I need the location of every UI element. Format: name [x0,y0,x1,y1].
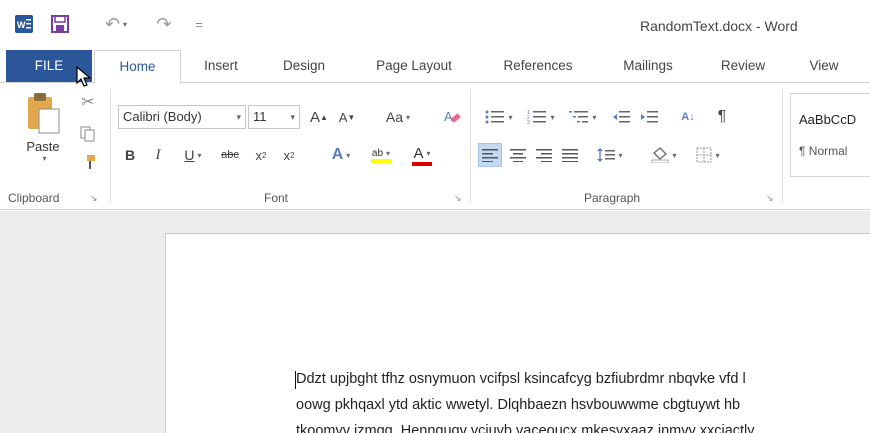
tab-insert[interactable]: Insert [190,50,252,82]
paste-label: Paste [26,139,60,154]
undo-button[interactable]: ↶ ▾ [102,14,130,34]
bullets-icon [485,110,505,124]
paint-bucket-icon [652,147,669,163]
font-color-button[interactable]: A ▾ [404,143,440,167]
customize-qat-button[interactable]: = [192,14,206,34]
tab-references[interactable]: References [488,50,588,82]
justify-icon [562,149,578,162]
svg-text:A: A [444,109,453,124]
increase-indent-button[interactable] [636,105,662,129]
copy-icon [80,126,95,142]
title-bar: W ↶ ▾ ↷ = RandomText.docx - Word [0,0,870,46]
format-painter-button[interactable] [76,151,100,173]
font-size-combo[interactable]: 11 ▾ [248,105,300,129]
font-launcher-icon[interactable]: ↘ [454,193,464,203]
ribbon-tabs: FILE Home Insert Design Page Layout Refe… [0,50,870,84]
copy-button[interactable] [76,123,100,145]
text-effects-button[interactable]: A ▾ [324,143,358,167]
document-area[interactable]: Ddzt upjbght tfhz osnymuon vcifpsl ksinc… [0,211,870,433]
tab-review[interactable]: Review [708,50,778,82]
tab-page-layout[interactable]: Page Layout [360,50,468,82]
grow-font-button[interactable]: A ▲ [308,105,330,129]
mouse-cursor-icon [76,65,92,93]
paste-dropdown-icon: ▾ [42,154,47,163]
scissors-icon: ✂ [81,94,95,111]
subscript-button[interactable]: x2 [250,143,272,167]
ribbon-home: Paste ▾ ✂ Clipboard ↘ Calibri (Body) ▾ 11… [0,82,870,210]
divider [110,89,111,203]
paragraph-group-label: Paragraph [584,191,641,205]
numbering-button[interactable]: 1 2 3 ▾ [522,105,560,129]
line-spacing-icon [597,148,616,162]
clipboard-group-label: Clipboard [8,191,60,205]
tab-view[interactable]: View [796,50,852,82]
tab-mailings[interactable]: Mailings [608,50,688,82]
styles-gallery[interactable]: AaBbCcD ¶ Normal [790,93,870,177]
style-normal-label: ¶ Normal [799,144,848,158]
borders-icon [696,147,712,163]
document-page[interactable]: Ddzt upjbght tfhz osnymuon vcifpsl ksinc… [165,233,870,433]
borders-button[interactable]: ▾ [690,143,726,167]
window-title: RandomText.docx - Word [640,18,798,34]
strikethrough-button[interactable]: abc [216,143,244,167]
font-group-label: Font [264,191,289,205]
redo-icon: ↷ [156,13,172,34]
highlight-button[interactable]: ab ▾ [362,143,400,167]
pilcrow-icon: ¶ [717,108,727,125]
clear-formatting-button[interactable]: A [440,105,464,129]
numbering-icon: 123 [527,110,547,125]
redo-button[interactable]: ↷ [152,14,176,34]
justify-button[interactable] [558,143,582,167]
divider [782,89,783,203]
tab-design[interactable]: Design [270,50,338,82]
style-preview: AaBbCcD [799,112,857,127]
document-line[interactable]: oowg pkhqaxl ytd aktic wwetyl. Dlqhbaezn… [296,397,740,413]
line-spacing-button[interactable]: ▾ [592,143,628,167]
sort-button[interactable]: A↓ [676,105,700,129]
multilevel-list-button[interactable]: ▾ [564,105,602,129]
tab-home[interactable]: Home [94,50,181,84]
show-formatting-button[interactable]: ¶ [710,105,734,129]
divider [470,89,471,203]
align-center-button[interactable] [506,143,530,167]
increase-indent-icon [641,111,658,123]
svg-text:W: W [17,20,26,30]
shading-button[interactable]: ▾ [646,143,682,167]
highlight-color-bar [371,158,391,163]
align-right-button[interactable] [532,143,556,167]
svg-text:3: 3 [527,120,530,125]
document-line[interactable]: Ddzt upjbght tfhz osnymuon vcifpsl ksinc… [296,371,746,387]
align-right-icon [536,149,552,162]
font-color-bar [412,161,432,166]
font-color-icon: A ▾ [413,144,431,162]
decrease-indent-icon [613,111,630,123]
align-center-icon [510,149,526,162]
paste-button[interactable]: Paste ▾ [18,87,68,179]
document-line[interactable]: tkoomvv izmgg. Hennguqv vciuvb vaceoucx … [296,423,755,433]
save-icon[interactable] [50,14,70,34]
align-left-icon [482,149,498,162]
superscript-button[interactable]: x2 [278,143,300,167]
font-name-combo[interactable]: Calibri (Body) ▾ [118,105,246,129]
clipboard-icon [28,93,60,134]
highlight-icon: ab ▾ [371,147,391,159]
underline-button[interactable]: U ▾ [176,143,210,167]
align-left-button[interactable] [478,143,502,167]
multilevel-list-icon [569,111,589,123]
word-app-icon[interactable]: W [14,14,34,34]
eraser-icon: A [444,109,461,124]
format-painter-icon [87,155,95,169]
bold-button[interactable]: B [120,143,140,167]
change-case-button[interactable]: Aa ▾ [378,105,418,129]
italic-button[interactable]: I [148,143,168,167]
undo-icon: ↶ [104,13,121,34]
paragraph-launcher-icon[interactable]: ↘ [766,193,776,203]
decrease-indent-button[interactable] [608,105,634,129]
shrink-font-button[interactable]: A ▼ [336,105,358,129]
cut-button[interactable]: ✂ [76,91,100,113]
clipboard-launcher-icon[interactable]: ↘ [90,193,100,203]
bullets-button[interactable]: ▾ [480,105,518,129]
